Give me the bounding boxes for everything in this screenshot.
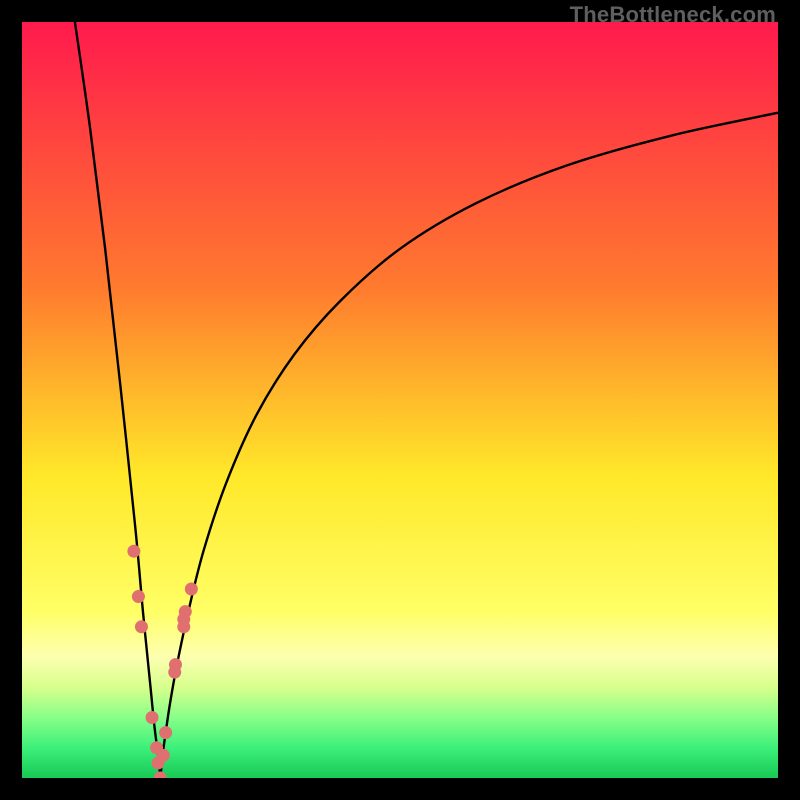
data-point — [179, 605, 192, 618]
gradient-background — [22, 22, 778, 778]
data-point — [135, 620, 148, 633]
chart-frame — [22, 22, 778, 778]
bottleneck-chart — [22, 22, 778, 778]
data-point — [127, 545, 140, 558]
data-point — [169, 658, 182, 671]
data-point — [159, 726, 172, 739]
data-point — [146, 711, 159, 724]
data-point — [157, 749, 170, 762]
data-point — [132, 590, 145, 603]
watermark-text: TheBottleneck.com — [570, 2, 776, 28]
data-point — [185, 583, 198, 596]
